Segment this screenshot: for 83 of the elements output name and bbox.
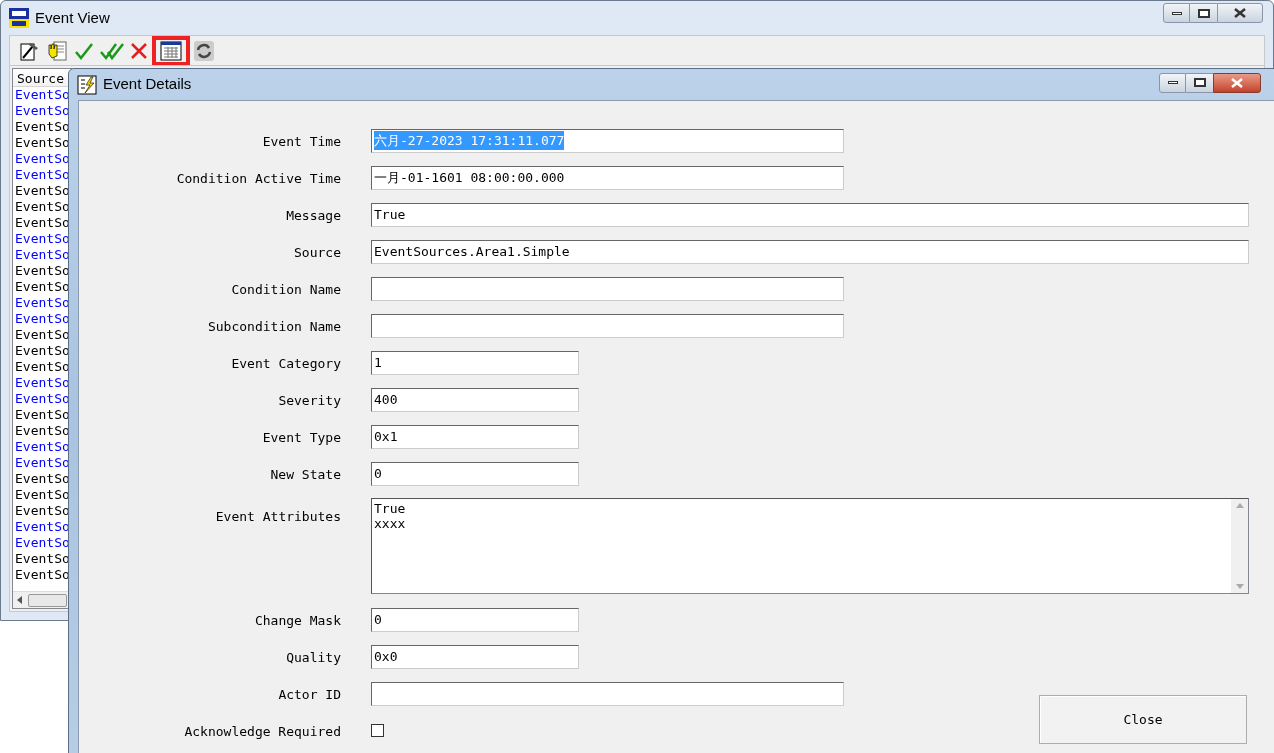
input-field[interactable]: 1 — [371, 350, 579, 375]
list-row[interactable]: EventSo — [13, 567, 71, 583]
list-row[interactable]: EventSo — [13, 135, 71, 151]
input-field[interactable]: 0 — [371, 461, 579, 486]
field-label: Subcondition Name — [207, 318, 341, 334]
list-row[interactable]: EventSo — [13, 551, 71, 567]
list-row[interactable]: EventSo — [13, 215, 71, 231]
refresh-icon — [194, 40, 214, 61]
event-lightning-icon — [77, 74, 97, 95]
list-row[interactable]: EventSo — [13, 247, 71, 263]
list-row[interactable]: EventSo — [13, 295, 71, 311]
list-row[interactable]: EventSo — [13, 311, 71, 327]
field-label: Change Mask — [254, 612, 341, 628]
list-row[interactable]: EventSo — [13, 119, 71, 135]
list-row[interactable]: EventSo — [13, 183, 71, 199]
input-field[interactable]: 0 — [371, 607, 579, 632]
field-label: Actor ID — [278, 686, 341, 702]
app-logo-icon — [9, 8, 29, 28]
list-row[interactable]: EventSo — [13, 487, 71, 503]
field-label: Condition Active Time — [176, 170, 341, 186]
scroll-thumb[interactable] — [28, 593, 67, 607]
field-label: Condition Name — [231, 281, 341, 297]
dialog-title: Event Details — [103, 74, 192, 95]
maximize-button[interactable] — [1190, 3, 1217, 23]
list-row[interactable]: EventSo — [13, 343, 71, 359]
list-row[interactable]: EventSo — [13, 455, 71, 471]
field-label: New State — [270, 466, 341, 482]
field-label: Event Category — [231, 355, 341, 371]
close-button[interactable]: Close — [1039, 695, 1247, 744]
list-row[interactable]: EventSo — [13, 167, 71, 183]
input-field[interactable]: EventSources.Area1.Simple — [371, 239, 1249, 264]
table-icon — [160, 40, 182, 61]
list-row[interactable]: EventSo — [13, 327, 71, 343]
close-icon — [1231, 77, 1243, 88]
field-label: Source — [294, 244, 341, 260]
list-row[interactable]: EventSo — [13, 503, 71, 519]
input-field[interactable]: 一月-01-1601 08:00:00.000 — [371, 165, 844, 190]
scroll-left-icon — [17, 596, 22, 604]
list-row[interactable]: EventSo — [13, 199, 71, 215]
horizontal-scrollbar[interactable] — [13, 591, 71, 608]
text-area[interactable]: True xxxx — [371, 498, 1249, 594]
input-field[interactable]: 0x1 — [371, 424, 579, 449]
field-label: Quality — [286, 649, 341, 665]
input-field[interactable] — [371, 681, 844, 706]
input-field[interactable] — [371, 276, 844, 301]
input-field[interactable]: 0x0 — [371, 644, 579, 669]
window-title: Event View — [35, 7, 110, 28]
close-icon — [1234, 8, 1246, 18]
scrollbar[interactable] — [1231, 499, 1248, 593]
minimize-button[interactable] — [1159, 72, 1186, 93]
checkbox[interactable] — [371, 724, 384, 737]
list-row[interactable]: EventSo — [13, 407, 71, 423]
close-button[interactable] — [1213, 72, 1261, 93]
list-row[interactable]: EventSo — [13, 535, 71, 551]
field-label: Severity — [278, 392, 341, 408]
field-label: Event Time — [262, 133, 341, 149]
scroll-up-icon — [1235, 503, 1244, 508]
hand-document-icon — [46, 39, 68, 62]
list-row[interactable]: EventSo — [13, 423, 71, 439]
minimize-button[interactable] — [1163, 3, 1190, 23]
input-field[interactable] — [371, 313, 844, 338]
list-row[interactable]: EventSo — [13, 151, 71, 167]
field-label: Acknowledge Required — [184, 723, 341, 739]
list-row[interactable]: EventSo — [13, 391, 71, 407]
input-field[interactable]: True — [371, 202, 1249, 227]
field-label: Message — [286, 207, 341, 223]
scroll-down-icon — [1235, 584, 1244, 589]
list-row[interactable]: EventSo — [13, 231, 71, 247]
close-button[interactable] — [1217, 3, 1263, 23]
list-row[interactable]: EventSo — [13, 519, 71, 535]
list-row[interactable]: EventSo — [13, 471, 71, 487]
list-row[interactable]: EventSo — [13, 375, 71, 391]
list-row[interactable]: EventSo — [13, 439, 71, 455]
field-label: Event Type — [262, 429, 341, 445]
list-row[interactable]: EventSo — [13, 279, 71, 295]
list-row[interactable]: EventSo — [13, 103, 71, 119]
list-row[interactable]: EventSo — [13, 87, 71, 103]
list-row[interactable]: EventSo — [13, 359, 71, 375]
list-row[interactable]: EventSo — [13, 263, 71, 279]
maximize-button[interactable] — [1186, 72, 1213, 93]
field-label: Event Attributes — [215, 509, 341, 524]
close-icon — [130, 41, 148, 60]
input-field[interactable]: 400 — [371, 387, 579, 412]
